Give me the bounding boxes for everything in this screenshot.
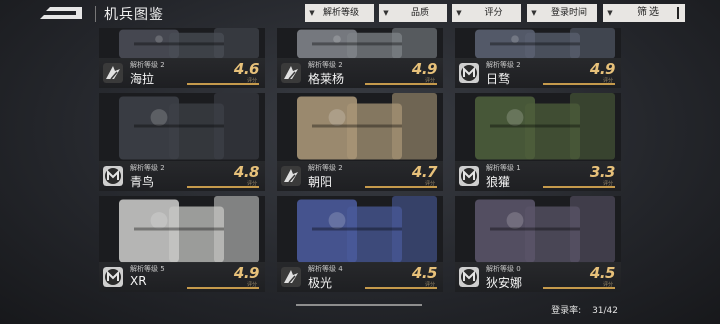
- filter-button-label: 筛选: [637, 7, 661, 18]
- mech-score: 3.3: [589, 163, 616, 181]
- score-underline: [187, 186, 259, 188]
- caret-down-icon: ▼: [456, 9, 462, 17]
- mech-artwork: [99, 196, 265, 266]
- filter-login-time-label: 登录时间: [550, 8, 587, 18]
- login-rate: 登录率: 31/42: [543, 303, 618, 316]
- card-info-bar: 解析等级 4 极光 4.5 评分: [277, 262, 443, 292]
- wing-emblem-icon: [281, 63, 301, 83]
- mech-card-6[interactable]: 解析等级 1 狼獾 3.3 评分: [455, 93, 621, 191]
- mech-score: 4.5: [589, 264, 616, 282]
- filter-score[interactable]: ▼ 评分: [452, 4, 521, 22]
- mech-name: 海拉: [130, 72, 155, 86]
- filter-bar-icon: [677, 7, 679, 19]
- mech-artwork: [99, 28, 265, 60]
- caret-down-icon: ▼: [383, 9, 389, 17]
- filter-quality-label: 品质: [410, 8, 429, 18]
- mech-score: 4.8: [233, 163, 260, 181]
- filter-parse-level-label: 解析等级: [323, 8, 360, 18]
- filter-login-time[interactable]: ▼ 登录时间: [527, 4, 597, 22]
- mech-name: 极光: [308, 276, 333, 290]
- top-bar: 机兵图鉴 ▼ 解析等级 ▼ 品质 ▼ 评分 ▼ 登录时间 ▼ 筛选: [0, 0, 720, 28]
- caret-down-icon: ▼: [309, 9, 315, 17]
- mech-name: 日骛: [486, 72, 511, 86]
- mech-card-2[interactable]: 解析等级 2 格莱杨 4.9 评分: [277, 28, 443, 88]
- mech-card-7[interactable]: 解析等级 5 XR 4.9 评分: [99, 196, 265, 292]
- header-divider: [95, 6, 96, 22]
- card-info-bar: 解析等级 1 狼獾 3.3 评分: [455, 161, 621, 191]
- mech-artwork: [277, 28, 443, 60]
- score-underline: [365, 186, 437, 188]
- mech-score: 4.9: [233, 264, 260, 282]
- mech-name: 狼獾: [486, 175, 511, 189]
- parse-level-text: 解析等级 0: [486, 265, 521, 273]
- filter-button[interactable]: ▼ 筛选: [603, 4, 685, 22]
- mech-name: 朝阳: [308, 175, 333, 189]
- mech-score: 4.5: [411, 264, 438, 282]
- mech-artwork: [455, 196, 621, 266]
- parse-level-text: 解析等级 1: [486, 164, 521, 172]
- m-emblem-icon: [103, 267, 123, 287]
- card-info-bar: 解析等级 2 朝阳 4.7 评分: [277, 161, 443, 191]
- parse-level-text: 解析等级 4: [308, 265, 343, 273]
- mech-score: 4.6: [233, 60, 260, 78]
- scrollbar[interactable]: [296, 304, 422, 306]
- parse-level-text: 解析等级 2: [308, 164, 343, 172]
- mech-card-5[interactable]: 解析等级 2 朝阳 4.7 评分: [277, 93, 443, 191]
- caret-down-icon: ▼: [607, 9, 613, 17]
- mech-card-4[interactable]: 解析等级 2 青鸟 4.8 评分: [99, 93, 265, 191]
- m-emblem-icon: [459, 267, 479, 287]
- m-emblem-icon: [459, 63, 479, 83]
- card-info-bar: 解析等级 0 狄安娜 4.5 评分: [455, 262, 621, 292]
- parse-level-text: 解析等级 2: [486, 61, 521, 69]
- mech-card-3[interactable]: 解析等级 2 日骛 4.9 评分: [455, 28, 621, 88]
- score-underline: [543, 287, 615, 289]
- score-underline: [365, 83, 437, 85]
- parse-level-text: 解析等级 2: [130, 61, 165, 69]
- caret-down-icon: ▼: [531, 9, 537, 17]
- mech-name: 狄安娜: [486, 276, 523, 290]
- mech-artwork: [455, 28, 621, 60]
- card-info-bar: 解析等级 2 海拉 4.6 评分: [99, 58, 265, 88]
- mech-score: 4.9: [411, 60, 438, 78]
- filter-quality[interactable]: ▼ 品质: [379, 4, 447, 22]
- parse-level-text: 解析等级 2: [308, 61, 343, 69]
- m-emblem-icon: [103, 166, 123, 186]
- mech-artwork: [277, 196, 443, 266]
- mech-card-9[interactable]: 解析等级 0 狄安娜 4.5 评分: [455, 196, 621, 292]
- card-info-bar: 解析等级 2 格莱杨 4.9 评分: [277, 58, 443, 88]
- m-emblem-icon: [459, 166, 479, 186]
- card-info-bar: 解析等级 2 青鸟 4.8 评分: [99, 161, 265, 191]
- mech-name: 格莱杨: [308, 72, 345, 86]
- mech-name: XR: [130, 274, 147, 288]
- page-title: 机兵图鉴: [104, 7, 164, 23]
- score-underline: [187, 83, 259, 85]
- mech-card-1[interactable]: 解析等级 2 海拉 4.6 评分: [99, 28, 265, 88]
- wing-emblem-icon: [281, 267, 301, 287]
- login-rate-value: 31/42: [592, 306, 618, 316]
- score-underline: [543, 186, 615, 188]
- wing-emblem-icon: [281, 166, 301, 186]
- login-rate-label: 登录率:: [551, 306, 582, 316]
- mech-score: 4.7: [411, 163, 438, 181]
- mech-artwork: [277, 93, 443, 163]
- score-underline: [365, 287, 437, 289]
- card-info-bar: 解析等级 2 日骛 4.9 评分: [455, 58, 621, 88]
- mech-artwork: [455, 93, 621, 163]
- parse-level-text: 解析等级 2: [130, 164, 165, 172]
- mech-name: 青鸟: [130, 175, 155, 189]
- back-arrow-icon[interactable]: [36, 4, 86, 22]
- filter-score-label: 评分: [484, 8, 503, 18]
- filter-parse-level[interactable]: ▼ 解析等级: [305, 4, 374, 22]
- mech-artwork: [99, 93, 265, 163]
- score-underline: [187, 287, 259, 289]
- mech-card-8[interactable]: 解析等级 4 极光 4.5 评分: [277, 196, 443, 292]
- parse-level-text: 解析等级 5: [130, 265, 165, 273]
- card-info-bar: 解析等级 5 XR 4.9 评分: [99, 262, 265, 292]
- mech-score: 4.9: [589, 60, 616, 78]
- wing-emblem-icon: [103, 63, 123, 83]
- score-underline: [543, 83, 615, 85]
